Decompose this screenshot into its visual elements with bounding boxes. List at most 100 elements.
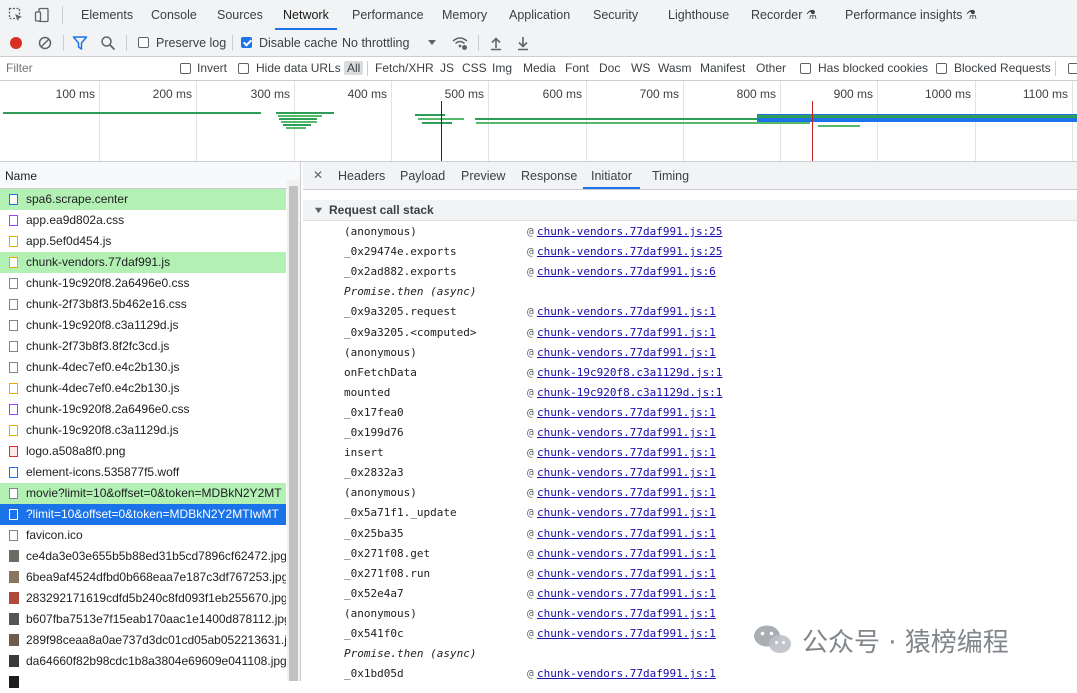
filter-type-js[interactable]: JS [440,61,454,75]
details-tab-payload[interactable]: Payload [400,162,445,189]
request-row[interactable]: movie?limit=10&offset=0&token=MDBkN2Y2MT [0,483,286,504]
export-har-icon[interactable] [515,35,531,51]
filter-icon[interactable] [72,35,88,51]
tab-security[interactable]: Security [593,0,638,30]
tab-memory[interactable]: Memory [442,0,487,30]
request-row[interactable]: chunk-2f73b8f3.8f2fc3cd.js [0,336,286,357]
filter-type-ws[interactable]: WS [631,61,650,75]
details-tab-preview[interactable]: Preview [461,162,505,189]
frame-source-link[interactable]: chunk-vendors.77daf991.js:1 [537,302,716,322]
disable-cache-checkbox[interactable] [241,37,252,48]
record-icon[interactable] [8,35,24,51]
has-blocked-cookies-checkbox[interactable] [800,63,811,74]
request-row[interactable]: da64660f82b98cdc1b8a3804e69609e041108.jp… [0,651,286,672]
tab-performance-insights[interactable]: Performance insights ⚗ [845,0,977,30]
details-tab-headers[interactable]: Headers [338,162,385,189]
tab-application[interactable]: Application [509,0,570,30]
chevron-down-icon[interactable] [426,36,438,48]
request-row[interactable] [0,672,286,693]
frame-source-link[interactable]: chunk-vendors.77daf991.js:1 [537,503,716,523]
tab-elements[interactable]: Elements [81,0,133,30]
request-row[interactable]: app.ea9d802a.css [0,210,286,231]
frame-source-link[interactable]: chunk-vendors.77daf991.js:1 [537,423,716,443]
frame-source-link[interactable]: chunk-vendors.77daf991.js:1 [537,343,716,363]
filter-type-all[interactable]: All [344,61,364,75]
details-tab-initiator[interactable]: Initiator [583,162,640,189]
filter-input[interactable] [3,60,173,76]
tab-sources[interactable]: Sources [217,0,263,30]
device-toolbar-icon[interactable] [34,7,50,23]
search-icon[interactable] [100,35,116,51]
frame-source-link[interactable]: chunk-vendors.77daf991.js:1 [537,544,716,564]
request-row[interactable]: app.5ef0d454.js [0,231,286,252]
request-row[interactable]: 289f98ceaa8a0ae737d3dc01cd05ab052213631.… [0,630,286,651]
frame-source-link[interactable]: chunk-vendors.77daf991.js:1 [537,664,716,684]
request-list-header: Name [0,162,300,189]
close-details-icon[interactable]: ✕ [313,168,323,182]
filter-type-img[interactable]: Img [492,61,512,75]
tab-network[interactable]: Network [275,0,337,30]
frame-source-link[interactable]: chunk-vendors.77daf991.js:1 [537,624,716,644]
filter-type-manifest[interactable]: Manifest [700,61,745,75]
frame-source-link[interactable]: chunk-vendors.77daf991.js:1 [537,524,716,544]
request-call-stack-header[interactable]: Request call stack [303,200,1077,221]
request-row[interactable]: element-icons.535877f5.woff [0,462,286,483]
name-column-header[interactable]: Name [5,169,37,183]
request-row[interactable]: chunk-2f73b8f3.5b462e16.css [0,294,286,315]
request-row[interactable]: favicon.ico [0,525,286,546]
details-tab-response[interactable]: Response [521,162,577,189]
frame-source-link[interactable]: chunk-vendors.77daf991.js:1 [537,584,716,604]
frame-source-link[interactable]: chunk-vendors.77daf991.js:1 [537,463,716,483]
frame-source-link[interactable]: chunk-vendors.77daf991.js:6 [537,262,716,282]
request-row[interactable]: chunk-19c920f8.2a6496e0.css [0,273,286,294]
tab-performance[interactable]: Performance [352,0,424,30]
third-party-checkbox[interactable] [1068,63,1077,74]
inspect-element-icon[interactable] [8,7,24,23]
hide-data-urls-checkbox[interactable] [238,63,249,74]
request-row[interactable]: logo.a508a8f0.png [0,441,286,462]
filter-type-fetch-xhr[interactable]: Fetch/XHR [375,61,434,75]
collapse-triangle-icon[interactable] [314,206,323,215]
tab-console[interactable]: Console [151,0,197,30]
request-row[interactable]: chunk-19c920f8.c3a1129d.js [0,420,286,441]
request-row[interactable]: chunk-vendors.77daf991.js [0,252,286,273]
frame-source-link[interactable]: chunk-vendors.77daf991.js:1 [537,443,716,463]
filter-type-wasm[interactable]: Wasm [658,61,692,75]
request-row[interactable]: ce4da3e03e655b5b88ed31b5cd7896cf62472.jp… [0,546,286,567]
details-tab-timing[interactable]: Timing [652,162,689,189]
network-conditions-icon[interactable] [451,34,469,52]
frame-source-link[interactable]: chunk-19c920f8.c3a1129d.js:1 [537,383,722,403]
request-row[interactable]: chunk-19c920f8.2a6496e0.css [0,399,286,420]
frame-source-link[interactable]: chunk-vendors.77daf991.js:1 [537,483,716,503]
tab-recorder[interactable]: Recorder ⚗ [751,0,817,30]
request-row[interactable]: ?limit=10&offset=0&token=MDBkN2Y2MTIwMT [0,504,286,525]
throttling-select[interactable]: No throttling [342,36,409,50]
tab-lighthouse[interactable]: Lighthouse [668,0,729,30]
filter-type-css[interactable]: CSS [462,61,487,75]
filter-type-font[interactable]: Font [565,61,589,75]
import-har-icon[interactable] [488,35,504,51]
frame-source-link[interactable]: chunk-vendors.77daf991.js:1 [537,323,716,343]
clear-icon[interactable] [37,35,53,51]
request-row[interactable]: 283292171619cdfd5b240c8fd093f1eb255670.j… [0,588,286,609]
preserve-log-checkbox[interactable] [138,37,149,48]
request-row[interactable]: chunk-4dec7ef0.e4c2b130.js [0,357,286,378]
filter-type-other[interactable]: Other [756,61,786,75]
filter-type-doc[interactable]: Doc [599,61,620,75]
request-row[interactable]: chunk-19c920f8.c3a1129d.js [0,315,286,336]
blocked-requests-checkbox[interactable] [936,63,947,74]
request-row[interactable]: b607fba7513e7f15eab170aac1e1400d878112.j… [0,609,286,630]
request-row[interactable]: chunk-4dec7ef0.e4c2b130.js [0,378,286,399]
frame-source-link[interactable]: chunk-vendors.77daf991.js:25 [537,242,722,262]
request-row[interactable]: spa6.scrape.center [0,189,286,210]
frame-source-link[interactable]: chunk-19c920f8.c3a1129d.js:1 [537,363,722,383]
frame-source-link[interactable]: chunk-vendors.77daf991.js:25 [537,222,722,242]
invert-checkbox[interactable] [180,63,191,74]
request-list-scroll-thumb[interactable] [289,186,298,681]
frame-source-link[interactable]: chunk-vendors.77daf991.js:1 [537,403,716,423]
frame-source-link[interactable]: chunk-vendors.77daf991.js:1 [537,564,716,584]
frame-source-link[interactable]: chunk-vendors.77daf991.js:1 [537,604,716,624]
request-row[interactable]: 6bea9af4524dfbd0b668eaa7e187c3df767253.j… [0,567,286,588]
filter-type-media[interactable]: Media [523,61,556,75]
timeline-overview[interactable]: 100 ms 200 ms 300 ms 400 ms 500 ms 600 ms 700 … [0,81,1077,162]
